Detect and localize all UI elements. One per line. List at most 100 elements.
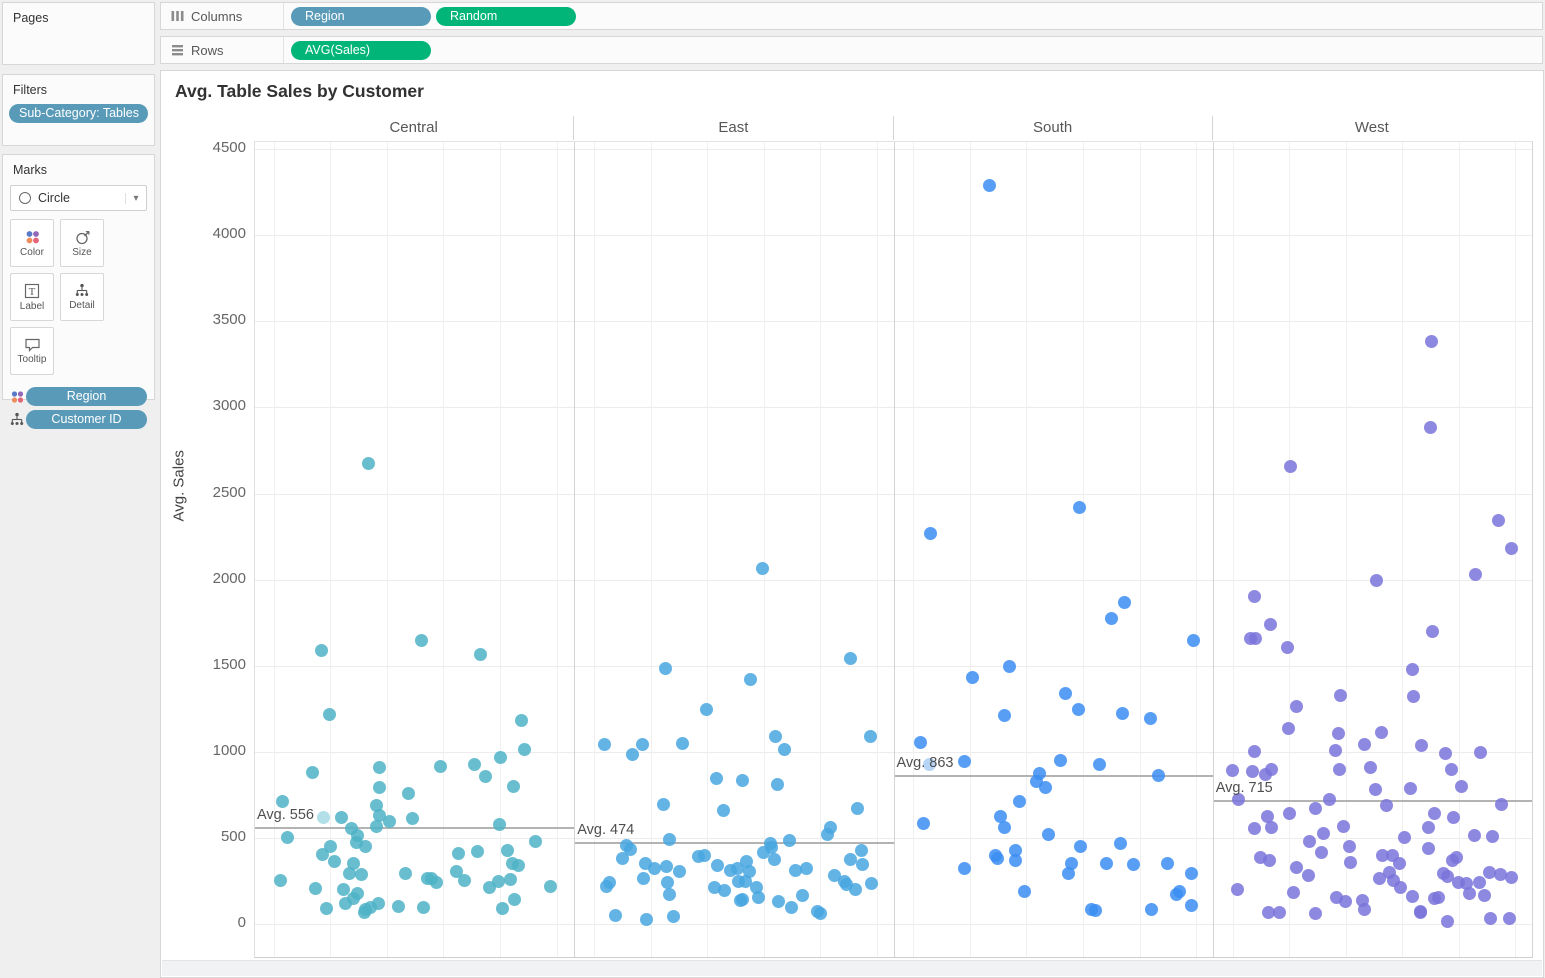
detail-button[interactable]: Detail [60, 273, 104, 321]
data-point[interactable] [1074, 840, 1087, 853]
data-point[interactable] [1315, 846, 1328, 859]
data-point[interactable] [698, 849, 711, 862]
data-point[interactable] [661, 876, 674, 889]
data-point[interactable] [362, 457, 375, 470]
filters-shelf[interactable]: Filters Sub-Category: Tables [2, 74, 155, 146]
data-point[interactable] [1073, 501, 1086, 514]
data-point[interactable] [1265, 763, 1278, 776]
data-point[interactable] [1473, 876, 1486, 889]
data-point[interactable] [1303, 835, 1316, 848]
data-point[interactable] [492, 875, 505, 888]
data-point[interactable] [710, 772, 723, 785]
data-point[interactable] [1358, 738, 1371, 751]
data-point[interactable] [306, 766, 319, 779]
rows-shelf[interactable]: Rows AVG(Sales) [160, 36, 1543, 64]
data-point[interactable] [1370, 574, 1383, 587]
data-point[interactable] [1358, 903, 1371, 916]
data-point[interactable] [1248, 590, 1261, 603]
size-button[interactable]: Size [60, 219, 104, 267]
data-point[interactable] [1492, 514, 1505, 527]
data-point[interactable] [1100, 857, 1113, 870]
data-point[interactable] [814, 907, 827, 920]
data-point[interactable] [417, 901, 430, 914]
label-button[interactable]: TLabel [10, 273, 54, 321]
data-point[interactable] [1463, 887, 1476, 900]
marks-pill-customer-id[interactable]: Customer ID [26, 410, 147, 429]
data-point[interactable] [660, 860, 673, 873]
data-point[interactable] [991, 852, 1004, 865]
data-point[interactable] [1441, 915, 1454, 928]
data-point[interactable] [494, 751, 507, 764]
data-point[interactable] [372, 897, 385, 910]
data-point[interactable] [1364, 761, 1377, 774]
data-point[interactable] [1246, 765, 1259, 778]
data-point[interactable] [772, 895, 785, 908]
marks-pill-region[interactable]: Region [26, 387, 147, 406]
data-point[interactable] [1062, 867, 1075, 880]
data-point[interactable] [734, 894, 747, 907]
data-point[interactable] [1009, 854, 1022, 867]
color-button[interactable]: Color [10, 219, 54, 267]
data-point[interactable] [1249, 632, 1262, 645]
data-point[interactable] [1332, 727, 1345, 740]
data-point[interactable] [785, 901, 798, 914]
reference-line[interactable] [255, 827, 574, 829]
data-point[interactable] [1290, 861, 1303, 874]
data-point[interactable] [1273, 906, 1286, 919]
data-point[interactable] [700, 703, 713, 716]
data-point[interactable] [1317, 827, 1330, 840]
column-header-south[interactable]: South [893, 116, 1212, 140]
rows-pill-avg(sales)[interactable]: AVG(Sales) [291, 41, 431, 60]
data-point[interactable] [1248, 745, 1261, 758]
data-point[interactable] [998, 821, 1011, 834]
data-point[interactable] [355, 868, 368, 881]
data-point[interactable] [1455, 780, 1468, 793]
data-point[interactable] [1323, 793, 1336, 806]
data-point[interactable] [1116, 707, 1129, 720]
data-point[interactable] [1425, 335, 1438, 348]
columns-shelf[interactable]: Columns RegionRandom [160, 2, 1543, 30]
data-point[interactable] [515, 714, 528, 727]
data-point[interactable] [415, 634, 428, 647]
data-point[interactable] [1474, 746, 1487, 759]
data-point[interactable] [1344, 856, 1357, 869]
data-point[interactable] [1003, 660, 1016, 673]
data-point[interactable] [1145, 903, 1158, 916]
data-point[interactable] [1445, 763, 1458, 776]
filter-pill[interactable]: Sub-Category: Tables [9, 104, 148, 123]
data-point[interactable] [1407, 690, 1420, 703]
data-point[interactable] [496, 902, 509, 915]
data-point[interactable] [1450, 851, 1463, 864]
data-point[interactable] [849, 883, 862, 896]
data-point[interactable] [1039, 781, 1052, 794]
data-point[interactable] [616, 852, 629, 865]
data-point[interactable] [1484, 912, 1497, 925]
data-point[interactable] [756, 562, 769, 575]
data-point[interactable] [1380, 799, 1393, 812]
data-point[interactable] [373, 761, 386, 774]
y-axis-label[interactable]: Avg. Sales [171, 498, 188, 522]
data-point[interactable] [343, 867, 356, 880]
data-point[interactable] [663, 888, 676, 901]
data-point[interactable] [676, 737, 689, 750]
data-point[interactable] [1302, 869, 1315, 882]
data-point[interactable] [783, 834, 796, 847]
data-point[interactable] [471, 845, 484, 858]
data-point[interactable] [1329, 744, 1342, 757]
data-point[interactable] [844, 853, 857, 866]
data-point[interactable] [359, 840, 372, 853]
data-point[interactable] [370, 820, 383, 833]
data-point[interactable] [958, 862, 971, 875]
data-point[interactable] [1263, 854, 1276, 867]
data-point[interactable] [752, 891, 765, 904]
data-point[interactable] [274, 874, 287, 887]
data-point[interactable] [1042, 828, 1055, 841]
data-point[interactable] [1505, 871, 1518, 884]
data-point[interactable] [1173, 885, 1186, 898]
data-point[interactable] [383, 815, 396, 828]
data-point[interactable] [1426, 625, 1439, 638]
data-point[interactable] [1185, 899, 1198, 912]
data-point[interactable] [1114, 837, 1127, 850]
data-point[interactable] [434, 760, 447, 773]
data-point[interactable] [1309, 802, 1322, 815]
